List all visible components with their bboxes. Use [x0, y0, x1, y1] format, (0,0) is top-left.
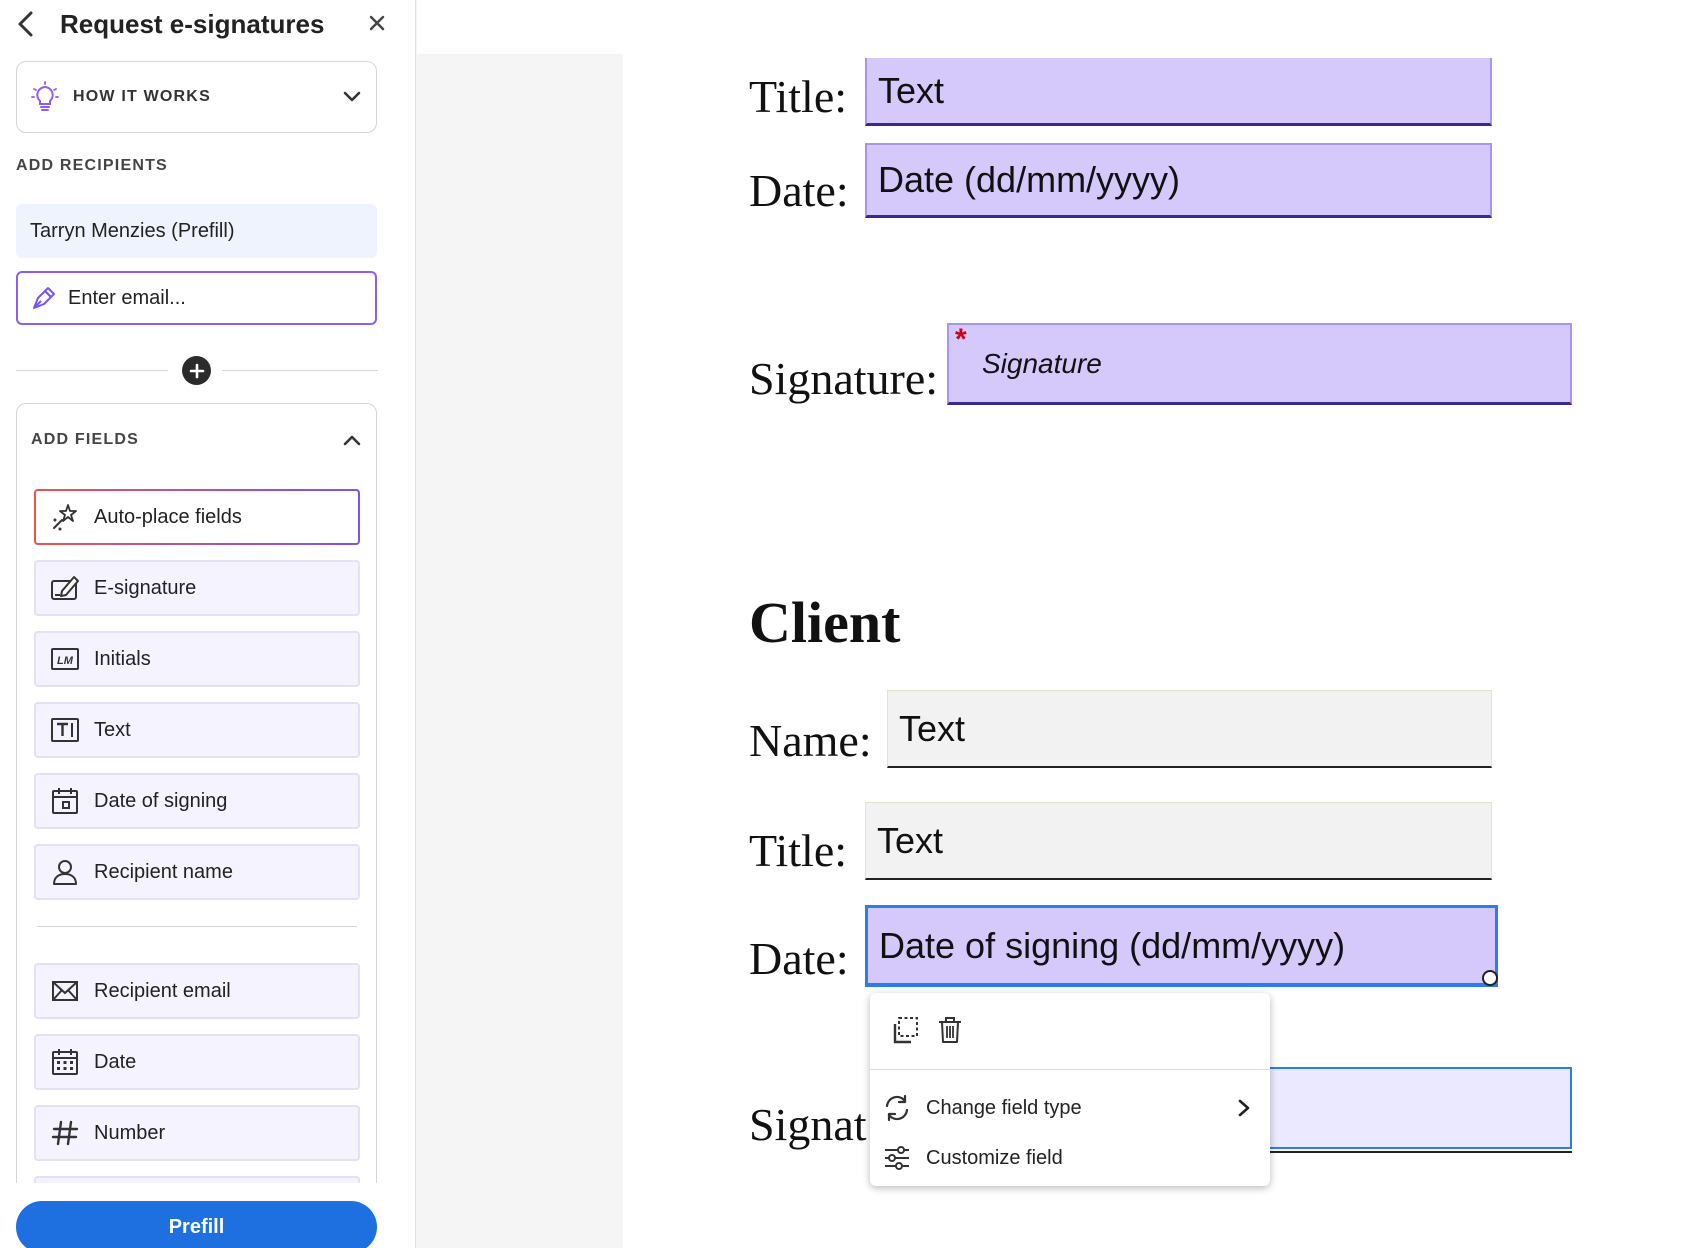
person-icon [53, 860, 77, 885]
chevron-down-icon [343, 91, 361, 102]
hash-icon [51, 1120, 79, 1146]
chevron-right-icon [1238, 1099, 1250, 1117]
date-field[interactable]: Date (dd/mm/yyyy) [865, 143, 1492, 218]
e-signature-icon [51, 576, 79, 600]
client-title-field[interactable]: Text [865, 802, 1492, 880]
required-asterisk: * [955, 323, 967, 356]
document-toolbar [417, 0, 1698, 54]
add-recipients-label: ADD RECIPIENTS [16, 157, 168, 174]
auto-place-fields-button[interactable]: Auto-place fields [34, 489, 360, 545]
customize-field-item[interactable]: Customize field [882, 1138, 1262, 1178]
text-field-button[interactable]: Text [34, 702, 360, 758]
initials-field-button[interactable]: LM Initials [34, 631, 360, 687]
recipient-name: Tarryn Menzies (Prefill) [30, 219, 235, 242]
context-menu-divider [870, 1069, 1270, 1070]
title-text-field[interactable]: Text [865, 58, 1492, 126]
add-fields-toggle[interactable]: ADD FIELDS [17, 404, 376, 476]
add-fields-label: ADD FIELDS [31, 431, 139, 448]
client-date-of-signing-field[interactable]: Date of signing (dd/mm/yyyy) [865, 905, 1498, 987]
close-icon [369, 15, 385, 31]
recipient-name-field-button[interactable]: Recipient name [34, 844, 360, 900]
field-label: Recipient name [94, 860, 233, 883]
refresh-icon [885, 1094, 909, 1122]
date-label: Date: [749, 165, 849, 216]
recipient-prefill-item[interactable]: Tarryn Menzies (Prefill) [16, 204, 377, 258]
calendar-grid-icon [52, 1049, 78, 1075]
lightbulb-icon [31, 81, 59, 111]
email-field-container[interactable] [16, 271, 377, 325]
close-button[interactable] [362, 8, 392, 38]
client-title-label: Title: [749, 825, 848, 876]
client-date-label: Date: [749, 933, 849, 984]
date-of-signing-field-button[interactable]: Date of signing [34, 773, 360, 829]
change-field-type-label: Change field type [926, 1096, 1082, 1119]
fields-divider [37, 926, 357, 927]
how-it-works-toggle[interactable]: HOW IT WORKS [16, 61, 377, 133]
field-resize-handle[interactable] [1482, 970, 1498, 986]
field-label: Number [94, 1121, 166, 1144]
client-signature-label: Signat [749, 1099, 867, 1150]
email-input[interactable] [68, 286, 358, 310]
signature-field-label: Signature [982, 347, 1102, 379]
envelope-icon [52, 981, 78, 1001]
delete-field-button[interactable] [933, 1013, 967, 1047]
field-label: Auto-place fields [94, 505, 242, 528]
field-label: Date of signing [94, 789, 228, 812]
calendar-icon [52, 788, 78, 814]
add-fields-section: ADD FIELDS Auto-place fields E-signature… [16, 403, 377, 1183]
number-field-button[interactable]: Number [34, 1105, 360, 1161]
client-name-field[interactable]: Text [887, 690, 1492, 768]
field-label: Date [94, 1050, 137, 1073]
more-field-button[interactable] [34, 1176, 360, 1183]
e-signature-field-button[interactable]: E-signature [34, 560, 360, 616]
plus-icon [189, 363, 204, 378]
date-field-button[interactable]: Date [34, 1034, 360, 1090]
field-context-menu: Change field type Customize field [870, 993, 1270, 1186]
add-recipient-button[interactable] [182, 356, 211, 385]
divider-left [16, 370, 168, 371]
change-field-type-item[interactable]: Change field type [882, 1088, 1262, 1128]
field-label: Text [94, 718, 131, 741]
divider-right [222, 370, 378, 371]
text-field-icon [51, 718, 79, 742]
back-button[interactable] [8, 6, 44, 42]
customize-field-label: Customize field [926, 1146, 1063, 1169]
signature-field[interactable]: * Signature [947, 323, 1572, 405]
client-name-label: Name: [749, 715, 872, 766]
field-label: Initials [94, 647, 151, 670]
signature-label: Signature: [749, 353, 939, 404]
duplicate-icon [893, 1017, 918, 1044]
duplicate-field-button[interactable] [888, 1013, 922, 1047]
title-label: Title: [749, 71, 848, 122]
svg-text:LM: LM [57, 655, 74, 667]
chevron-up-icon [343, 435, 361, 446]
how-it-works-label: HOW IT WORKS [73, 88, 211, 105]
pen-nib-icon [33, 287, 55, 309]
panel-title: Request e-signatures [60, 9, 325, 39]
request-esignatures-panel: Request e-signatures HOW IT WORKS ADD RE… [0, 0, 416, 1248]
chevron-left-icon [18, 11, 33, 37]
recipient-email-field-button[interactable]: Recipient email [34, 963, 360, 1019]
field-label: Recipient email [94, 979, 231, 1002]
auto-place-icon [53, 504, 77, 531]
client-heading: Client [749, 590, 901, 655]
trash-icon [939, 1017, 961, 1043]
initials-icon: LM [51, 648, 79, 670]
sliders-icon [885, 1146, 909, 1170]
prefill-button[interactable]: Prefill [16, 1201, 377, 1248]
field-label: E-signature [94, 576, 197, 599]
